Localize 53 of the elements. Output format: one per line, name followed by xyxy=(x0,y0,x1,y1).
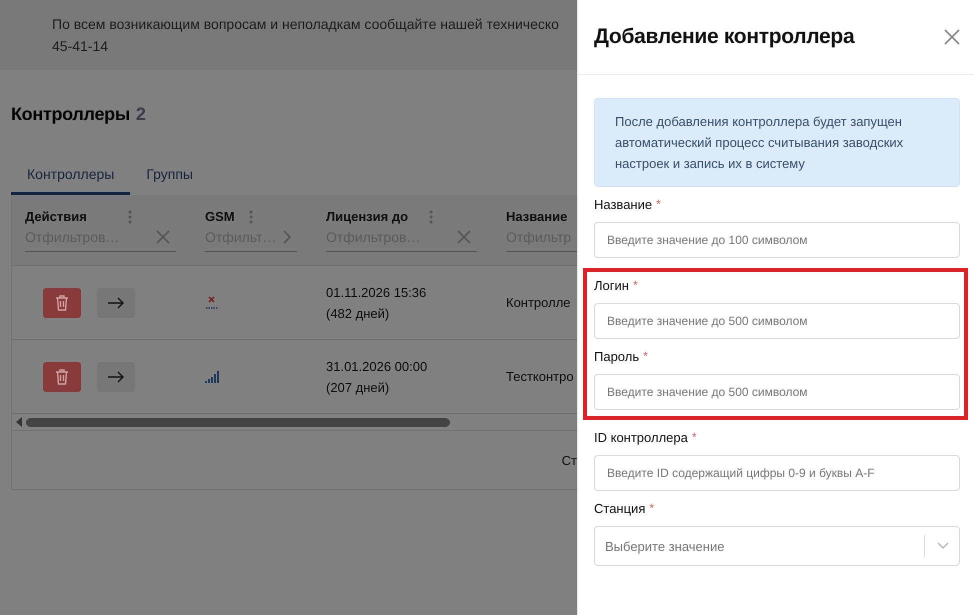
license-days: (207 дней) xyxy=(326,376,493,398)
tab[interactable]: Группы xyxy=(130,162,209,195)
drawer-title: Добавление контроллера xyxy=(594,25,854,49)
arrow-right-icon xyxy=(107,370,125,382)
required-mark: * xyxy=(649,501,654,515)
no-signal-icon xyxy=(205,296,219,310)
page-title: Контроллеры xyxy=(11,104,130,125)
field-label: ID контроллера xyxy=(594,430,688,445)
signal-icon xyxy=(205,370,219,382)
arrow-right-icon xyxy=(107,296,125,308)
more-icon[interactable] xyxy=(429,210,433,224)
info-message: После добавления контроллера будет запущен автоматический процесс считывания заводских настроек и запись их в систему xyxy=(594,98,960,187)
table-cell-text: Контролле xyxy=(506,294,572,312)
chevron-icon[interactable] xyxy=(283,230,291,244)
field-label: Станция xyxy=(594,501,646,516)
chevron-down-icon xyxy=(937,542,949,550)
license-days: (482 дней) xyxy=(326,302,493,324)
trash-icon xyxy=(54,294,70,311)
delete-button[interactable] xyxy=(43,288,81,318)
pagination-text: Ст xyxy=(562,452,577,468)
column-header: Название xyxy=(506,209,568,224)
input-field[interactable]: Введите значение до 100 символом xyxy=(594,222,960,258)
column-header: Действия xyxy=(25,209,87,224)
license-date: 01.11.2026 15:36 xyxy=(326,284,428,302)
item-count: 2 xyxy=(136,104,146,125)
column-header: Лицензия до xyxy=(326,209,408,224)
select-field[interactable]: Выберите значение xyxy=(594,526,960,566)
more-icon[interactable] xyxy=(249,210,253,224)
column-header: GSM xyxy=(205,209,235,224)
scroll-left-icon[interactable] xyxy=(16,417,22,427)
notice-text: По всем возникающим вопросам и неполадкам сообщайте нашей техническо xyxy=(52,15,560,34)
trash-icon xyxy=(54,368,70,385)
input-field[interactable]: Введите значение до 500 символом xyxy=(594,374,960,410)
scrollbar[interactable] xyxy=(12,414,577,431)
more-icon[interactable] xyxy=(128,210,132,224)
clear-icon[interactable] xyxy=(457,230,471,244)
field-label: Логин xyxy=(594,278,629,293)
required-mark: * xyxy=(656,197,661,211)
field-label: Пароль xyxy=(594,349,640,364)
input-field[interactable]: Введите ID содержащий цифры 0-9 и буквы A-F xyxy=(594,455,960,491)
table-cell-text: Тестконтро xyxy=(506,368,575,386)
required-mark: * xyxy=(632,278,638,292)
license-date: 31.01.2026 00:00 xyxy=(326,358,428,376)
field-label: Название xyxy=(594,197,652,212)
close-icon[interactable] xyxy=(944,29,960,45)
required-mark: * xyxy=(692,430,697,444)
delete-button[interactable] xyxy=(43,362,81,392)
open-button[interactable] xyxy=(97,288,135,318)
input-field[interactable]: Введите значение до 500 символом xyxy=(594,303,960,339)
open-button[interactable] xyxy=(97,362,135,392)
required-mark: * xyxy=(643,349,648,363)
clear-icon[interactable] xyxy=(156,230,170,244)
phone-number: 45-41-14 xyxy=(52,37,110,56)
